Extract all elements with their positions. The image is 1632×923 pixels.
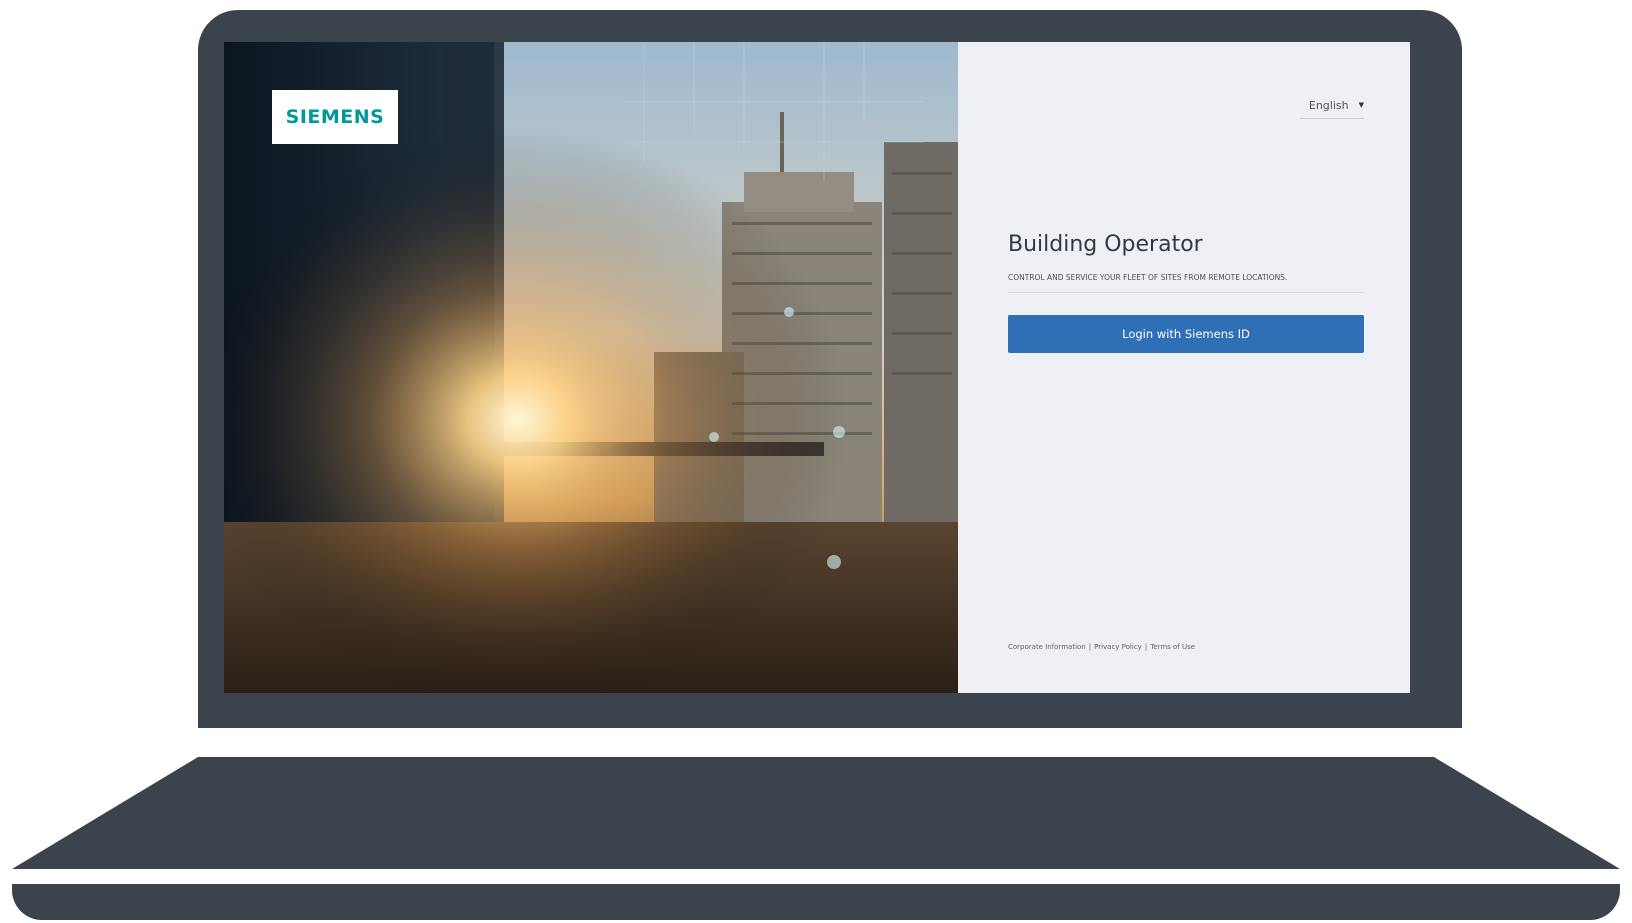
siemens-logo: SIEMENS xyxy=(272,90,398,144)
footer-links: Corporate Information | Privacy Policy | Ter… xyxy=(1008,643,1195,651)
privacy-policy-link[interactable]: Privacy Policy xyxy=(1094,643,1142,651)
laptop-screen: SIEMENS English ▼ Building Operator CONT… xyxy=(224,42,1410,693)
language-selector[interactable]: English ▼ xyxy=(1300,92,1364,119)
login-panel: English ▼ Building Operator CONTROL AND … xyxy=(958,42,1410,693)
laptop-base xyxy=(12,757,1620,869)
login-siemens-id-button[interactable]: Login with Siemens ID xyxy=(1008,315,1364,353)
language-selected: English xyxy=(1308,98,1349,112)
laptop-base-edge xyxy=(12,884,1620,920)
terms-of-use-link[interactable]: Terms of Use xyxy=(1150,643,1195,651)
footer-separator: | xyxy=(1088,643,1092,651)
corporate-information-link[interactable]: Corporate Information xyxy=(1008,643,1086,651)
caret-down-icon: ▼ xyxy=(1358,101,1364,109)
hero-image: SIEMENS xyxy=(224,42,958,693)
siemens-logo-text: SIEMENS xyxy=(285,106,385,128)
app-title: Building Operator xyxy=(1008,232,1203,257)
footer-separator: | xyxy=(1144,643,1148,651)
app-subtitle: CONTROL AND SERVICE YOUR FLEET OF SITES … xyxy=(1008,273,1364,293)
